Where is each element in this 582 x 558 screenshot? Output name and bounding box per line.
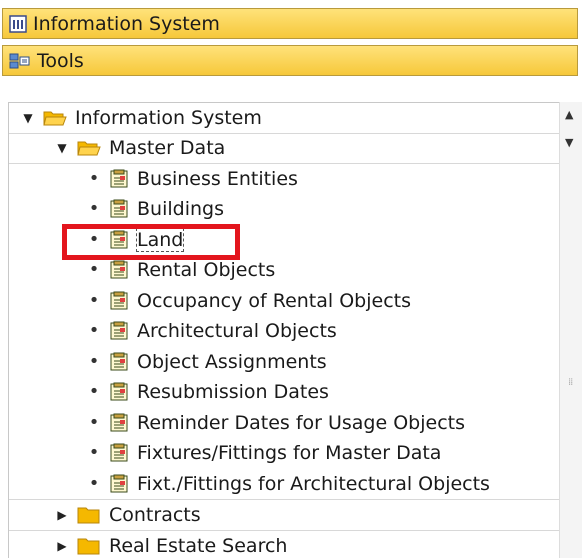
bullet-icon: • (88, 381, 100, 402)
folder-icon (77, 505, 101, 525)
land-highlight-box (62, 224, 240, 260)
report-label: Fixt./Fittings for Architectural Objects (137, 473, 490, 495)
bullet-icon: • (88, 198, 100, 219)
open-folder-icon (77, 138, 101, 158)
toolbar-spacer (0, 77, 582, 102)
tree-node-real-estate-search[interactable]: ▶ Real Estate Search (9, 531, 559, 558)
collapse-arrow-icon[interactable]: ▼ (21, 111, 35, 125)
tree-node-contracts[interactable]: ▶ Contracts (9, 500, 559, 531)
report-object-assignments[interactable]: • Object Assignments (9, 347, 559, 377)
information-system-title: Information System (33, 12, 220, 35)
vertical-scrollbar[interactable]: ▲ ▼ ⁞⁞ (559, 102, 582, 558)
bullet-icon: • (88, 290, 100, 311)
report-label: Rental Objects (137, 259, 276, 281)
report-icon (109, 413, 129, 433)
report-icon (109, 169, 129, 189)
scroll-down-icon[interactable]: ▼ (565, 136, 573, 149)
report-buildings[interactable]: • Buildings (9, 194, 559, 224)
report-label: Architectural Objects (137, 320, 337, 342)
report-label: Fixtures/Fittings for Master Data (137, 442, 442, 464)
information-system-toolbar[interactable]: Information System (2, 8, 578, 39)
tree-node-label: Information System (75, 107, 262, 129)
open-folder-icon (43, 108, 67, 128)
report-business-entities[interactable]: • Business Entities (9, 164, 559, 194)
bullet-icon: • (88, 351, 100, 372)
bullet-icon: • (88, 412, 100, 433)
report-icon (109, 382, 129, 402)
report-icon (109, 474, 129, 494)
report-label: Buildings (137, 198, 224, 220)
report-label: Occupancy of Rental Objects (137, 290, 411, 312)
report-label: Object Assignments (137, 351, 327, 373)
tree-node-label: Real Estate Search (109, 535, 288, 557)
report-label: Business Entities (137, 168, 298, 190)
tree-node-label: Master Data (109, 137, 226, 159)
bullet-icon: • (88, 473, 100, 494)
tools-toolbar[interactable]: Tools (2, 45, 578, 76)
report-label: Resubmission Dates (137, 381, 329, 403)
report-icon (109, 199, 129, 219)
report-reminder-dates-for-usage-objects[interactable]: • Reminder Dates for Usage Objects (9, 408, 559, 438)
report-icon (109, 291, 129, 311)
report-occupancy-of-rental-objects[interactable]: • Occupancy of Rental Objects (9, 286, 559, 316)
scroll-up-icon[interactable]: ▲ (565, 108, 573, 121)
info-system-icon (9, 14, 27, 33)
report-icon (109, 260, 129, 280)
bullet-icon: • (88, 168, 100, 189)
collapse-arrow-icon[interactable]: ▼ (55, 141, 69, 155)
report-icon (109, 443, 129, 463)
expand-arrow-icon[interactable]: ▶ (55, 508, 69, 522)
report-resubmission-dates[interactable]: • Resubmission Dates (9, 377, 559, 407)
report-icon (109, 321, 129, 341)
navigation-tree: ▼ Information System ▼ Master Data • Bus… (8, 102, 559, 558)
bullet-icon: • (88, 442, 100, 463)
bullet-icon: • (88, 320, 100, 341)
report-icon (109, 352, 129, 372)
bullet-icon: • (88, 259, 100, 280)
tools-title: Tools (37, 49, 84, 72)
tools-icon (9, 52, 31, 70)
report-fixtures-fittings-master-data[interactable]: • Fixtures/Fittings for Master Data (9, 438, 559, 468)
folder-icon (77, 536, 101, 556)
resize-grip-icon[interactable]: ⁞⁞ (568, 377, 573, 388)
expand-arrow-icon[interactable]: ▶ (55, 539, 69, 553)
tree-node-label: Contracts (109, 504, 201, 526)
report-architectural-objects[interactable]: • Architectural Objects (9, 316, 559, 346)
report-label: Reminder Dates for Usage Objects (137, 412, 466, 434)
tree-node-master-data[interactable]: ▼ Master Data (9, 133, 559, 164)
report-fixt-fittings-architectural-objects[interactable]: • Fixt./Fittings for Architectural Objec… (9, 469, 559, 500)
tree-node-information-system[interactable]: ▼ Information System (9, 103, 559, 134)
